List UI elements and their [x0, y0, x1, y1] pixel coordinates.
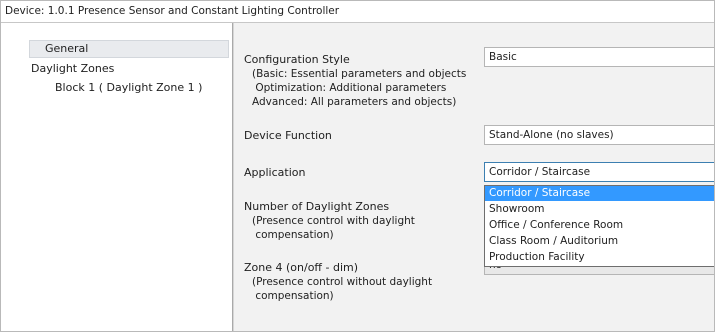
application-option[interactable]: Office / Conference Room — [485, 218, 714, 233]
application-option[interactable]: Showroom — [485, 202, 714, 217]
zone4-label: Zone 4 (on/off - dim) — [244, 261, 359, 274]
sidebar-item-block-1[interactable]: Block 1 ( Daylight Zone 1 ) — [55, 81, 202, 94]
application-label: Application — [244, 166, 306, 179]
daylight-zones-label: Number of Daylight Zones — [244, 200, 390, 213]
parameter-panel: Configuration Style (Basic: Essential pa… — [233, 23, 714, 331]
application-option[interactable]: Class Room / Auditorium — [485, 234, 714, 249]
title-bar: Device: 1.0.1 Presence Sensor and Consta… — [1, 1, 714, 23]
window-title: Device: 1.0.1 Presence Sensor and Consta… — [5, 5, 340, 17]
sidebar-item-general[interactable]: General — [45, 42, 88, 55]
daylight-zones-hint: (Presence control with daylight compensa… — [252, 215, 415, 241]
application-dropdown-list: Corridor / Staircase Showroom Office / C… — [484, 185, 714, 267]
zone4-hint: (Presence control without daylight compe… — [252, 276, 433, 302]
configuration-style-select[interactable]: Basic — [484, 47, 714, 67]
configuration-style-hint: (Basic: Essential parameters and objects… — [252, 68, 467, 108]
device-function-select[interactable]: Stand-Alone (no slaves) — [484, 125, 714, 145]
configuration-style-label: Configuration Style — [244, 53, 350, 66]
parameter-window: Device: 1.0.1 Presence Sensor and Consta… — [0, 0, 715, 332]
application-select[interactable]: Corridor / Staircase — [484, 162, 714, 182]
parameter-tree: General Daylight Zones Block 1 ( Dayligh… — [1, 23, 233, 331]
application-option[interactable]: Production Facility — [485, 250, 714, 265]
device-function-label: Device Function — [244, 129, 332, 142]
sidebar-item-daylight-zones[interactable]: Daylight Zones — [31, 62, 114, 75]
application-option[interactable]: Corridor / Staircase — [485, 186, 714, 201]
